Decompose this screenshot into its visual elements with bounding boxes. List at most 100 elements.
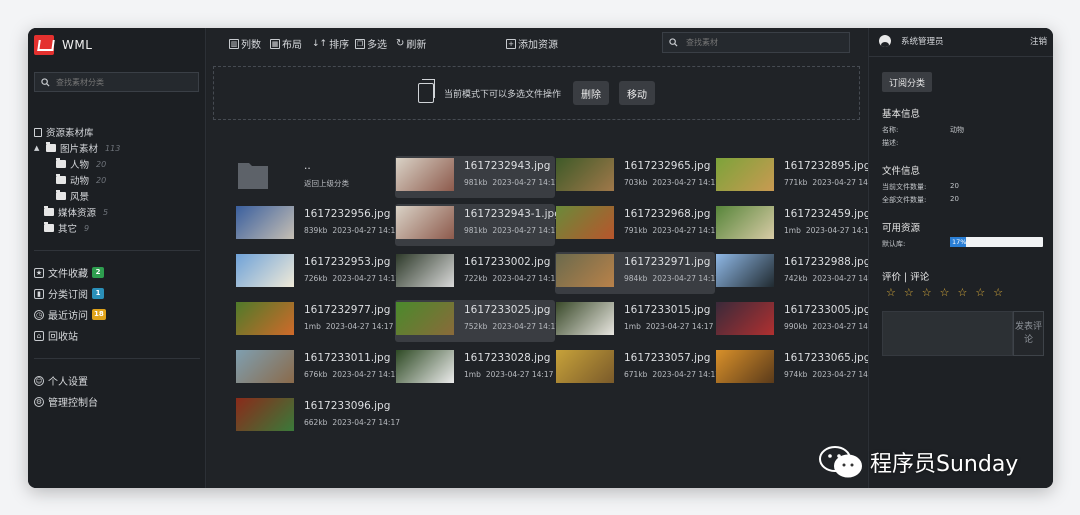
nav-favorites[interactable]: ★ 文件收藏 2 (34, 262, 106, 283)
file-thumbnail[interactable] (556, 158, 614, 191)
file-item[interactable]: 1617233028.jpg 1mb 2023-04-27 14:17 (395, 348, 555, 390)
file-meta: 676kb 2023-04-27 14:17 (304, 370, 405, 379)
resource-search[interactable] (662, 32, 850, 53)
sort-button[interactable]: ↓↑ 排序 (312, 36, 349, 52)
rating-stars[interactable]: ☆ ☆ ☆ ☆ ☆ ☆ ☆ (886, 286, 1003, 299)
star-icon[interactable]: ☆ (958, 286, 968, 299)
file-thumbnail[interactable] (236, 350, 294, 383)
file-thumbnail[interactable] (236, 206, 294, 239)
storage-progress-bar: 17% (950, 237, 1043, 247)
file-item[interactable]: 1617232895.jpg 771kb 2023-04-27 14:17 (715, 156, 880, 198)
nav-label: 回收站 (48, 332, 78, 343)
file-thumbnail[interactable] (396, 158, 454, 191)
file-thumbnail[interactable] (716, 350, 774, 383)
file-item[interactable]: 1617232965.jpg 703kb 2023-04-27 14:17 (555, 156, 720, 198)
tree-item-animals[interactable]: 动物 20 (34, 172, 120, 188)
star-icon[interactable]: ☆ (975, 286, 985, 299)
file-thumbnail[interactable] (396, 254, 454, 287)
file-thumbnail[interactable] (716, 302, 774, 335)
tree-item-scenery[interactable]: 风景 (34, 188, 120, 204)
file-thumbnail[interactable] (556, 206, 614, 239)
file-thumbnail[interactable] (556, 302, 614, 335)
file-meta: 722kb 2023-04-27 14:17 (464, 274, 565, 283)
file-thumbnail[interactable] (716, 254, 774, 287)
gear-icon: ⚙ (34, 396, 44, 407)
refresh-button[interactable]: ↻ 刷新 (396, 36, 426, 51)
nav-recent[interactable]: ◷ 最近访问 18 (34, 304, 106, 325)
columns-button[interactable]: ▥ 列数 (229, 36, 261, 51)
file-thumbnail[interactable] (556, 254, 614, 287)
file-item[interactable]: 1617232956.jpg 839kb 2023-04-27 14:17 (235, 204, 400, 246)
file-item[interactable]: 1617232953.jpg 726kb 2023-04-27 14:17 (235, 252, 400, 294)
file-size: 742kb (784, 274, 808, 283)
file-name: 1617232459.jpg (784, 208, 871, 220)
category-search[interactable] (34, 72, 199, 92)
tree-item-images[interactable]: ▲ 图片素材 113 (34, 140, 120, 156)
multi-select-button[interactable]: ❐ 多选 (355, 36, 387, 51)
folder-icon[interactable] (236, 158, 294, 191)
add-resource-button[interactable]: + 添加资源 (506, 36, 558, 51)
file-item[interactable]: 1617232943-1.jpg 981kb 2023-04-27 14:17 (395, 204, 561, 246)
nav-trash[interactable]: ⌂ 回收站 (34, 325, 106, 346)
file-name: 1617232943-1.jpg (464, 208, 561, 220)
file-item[interactable]: 1617233025.jpg 752kb 2023-04-27 14:17 (395, 300, 560, 342)
layout-button[interactable]: ▦ 布局 (270, 36, 302, 51)
file-thumbnail[interactable] (556, 350, 614, 383)
tree-item-other[interactable]: 其它 9 (34, 220, 120, 236)
file-item[interactable]: 1617232988.jpg 742kb 2023-04-27 14:17 (715, 252, 880, 294)
caret-down-icon[interactable]: ▲ (34, 144, 42, 152)
star-icon[interactable]: ☆ (993, 286, 1003, 299)
star-icon[interactable]: ☆ (922, 286, 932, 299)
file-item[interactable]: 1617233005.jpg 990kb 2023-04-27 14:17 (715, 300, 880, 342)
file-item[interactable]: 1617232459.jpg 1mb 2023-04-27 14:17 (715, 204, 875, 246)
toolbar: ▥ 列数 ▦ 布局 ↓↑ 排序 ❐ 多选 ↻ 刷新 + 添加资源 (207, 28, 867, 58)
post-comment-button[interactable]: 发表评论 (1013, 311, 1044, 356)
user-settings-icon: ☺ (34, 375, 44, 386)
file-thumbnail[interactable] (716, 206, 774, 239)
file-thumbnail[interactable] (236, 302, 294, 335)
tree-item-media[interactable]: 媒体资源 5 (34, 204, 120, 220)
file-item[interactable]: 1617232968.jpg 791kb 2023-04-27 14:17 (555, 204, 720, 246)
file-item[interactable]: 1617233002.jpg 722kb 2023-04-27 14:17 (395, 252, 560, 294)
logout-link[interactable]: 注销 (1030, 35, 1047, 47)
username[interactable]: 系统管理员 (901, 35, 944, 47)
nav-personal-settings[interactable]: ☺ 个人设置 (34, 370, 98, 391)
subscribe-category-button[interactable]: 订阅分类 (882, 72, 932, 92)
file-item[interactable]: 1617232977.jpg 1mb 2023-04-27 14:17 (235, 300, 395, 342)
resource-search-input[interactable] (686, 38, 836, 47)
file-item[interactable]: 1617232943.jpg 981kb 2023-04-27 14:17 (395, 156, 560, 198)
avatar[interactable] (879, 35, 891, 47)
comment-textarea[interactable] (882, 311, 1013, 356)
file-item[interactable]: 1617233057.jpg 671kb 2023-04-27 14:17 (555, 348, 720, 390)
parent-folder-item[interactable]: .. 返回上级分类 (235, 156, 395, 198)
file-meta: 839kb 2023-04-27 14:17 (304, 226, 405, 235)
move-button[interactable]: 移动 (619, 81, 655, 105)
file-name: 1617233005.jpg (784, 304, 871, 316)
count-badge: 1 (92, 288, 104, 299)
file-item[interactable]: 1617233011.jpg 676kb 2023-04-27 14:17 (235, 348, 400, 390)
file-item[interactable]: 1617233065.jpg 974kb 2023-04-27 14:17 (715, 348, 880, 390)
file-thumbnail[interactable] (236, 254, 294, 287)
file-name: 1617232943.jpg (464, 160, 551, 172)
brand[interactable]: WML (34, 32, 92, 58)
file-meta: 984kb 2023-04-27 14:17 (624, 274, 725, 283)
tree-root[interactable]: 资源素材库 (34, 124, 120, 140)
file-thumbnail[interactable] (236, 398, 294, 431)
star-icon[interactable]: ☆ (886, 286, 896, 299)
star-icon[interactable]: ☆ (940, 286, 950, 299)
file-thumbnail[interactable] (396, 206, 454, 239)
file-item[interactable]: 1617233015.jpg 1mb 2023-04-27 14:17 (555, 300, 715, 342)
nav-subscriptions[interactable]: ▮ 分类订阅 1 (34, 283, 106, 304)
file-thumbnail[interactable] (396, 302, 454, 335)
category-search-input[interactable] (56, 77, 186, 87)
file-item[interactable]: 1617232971.jpg 984kb 2023-04-27 14:17 (555, 252, 720, 294)
tree-item-people[interactable]: 人物 20 (34, 156, 120, 172)
delete-button[interactable]: 删除 (573, 81, 609, 105)
file-thumbnail[interactable] (396, 350, 454, 383)
tree-item-label: 其它 (58, 224, 78, 235)
nav-admin-console[interactable]: ⚙ 管理控制台 (34, 391, 98, 412)
file-item[interactable]: 1617233096.jpg 662kb 2023-04-27 14:17 (235, 396, 400, 438)
file-thumbnail[interactable] (716, 158, 774, 191)
columns-label: 列数 (241, 40, 261, 51)
star-icon[interactable]: ☆ (904, 286, 914, 299)
